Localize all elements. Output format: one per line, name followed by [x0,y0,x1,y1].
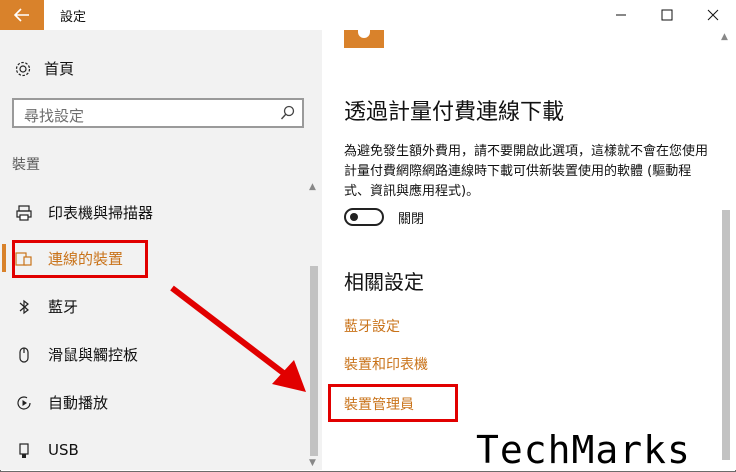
sidebar-item-usb[interactable]: USB [14,440,79,460]
printer-icon [16,204,32,221]
mouse-icon [19,346,29,363]
back-arrow-icon [14,8,29,22]
highlight-box-connected-devices [12,240,148,278]
selection-indicator [2,244,6,272]
devices-printers-link[interactable]: 裝置和印表機 [344,354,428,374]
toggle-knob [350,213,358,221]
sidebar-item-autoplay[interactable]: 自動播放 [14,392,108,413]
content-pane: 透過計量付費連線下載 為避免發生額外費用，請不要開啟此選項，這樣就不會在您使用計… [322,30,736,470]
minimize-icon [616,14,626,16]
metered-description: 為避免發生額外費用，請不要開啟此選項，這樣就不會在您使用計量付費網際網路連線時下… [344,144,709,199]
sidebar-item-label: USB [48,441,79,459]
scroll-down-icon[interactable]: ▼ [309,458,316,468]
scroll-up-icon[interactable]: ▲ [721,32,728,42]
metered-toggle[interactable] [344,208,384,226]
minimize-button[interactable] [598,0,644,30]
bluetooth-icon [19,299,29,314]
close-icon [707,9,719,21]
sidebar-item-label: 自動播放 [48,394,109,412]
highlight-box-device-manager [328,384,458,422]
title-bar: 設定 [0,0,736,30]
search-input[interactable]: 尋找設定 [12,98,304,128]
sidebar: 首頁 尋找設定 裝置 印表機與掃描器 連線的裝置 藍牙 滑鼠與觸控板 自動播放 … [0,30,322,470]
maximize-button[interactable] [644,0,690,30]
usb-icon [19,443,29,458]
app-title: 設定 [60,10,87,25]
sidebar-item-label: 藍牙 [48,298,79,316]
sidebar-item-home[interactable]: 首頁 [14,58,74,79]
sidebar-item-label: 首頁 [44,60,75,78]
sidebar-scrollbar[interactable]: ▲ ▼ [308,180,320,470]
related-settings-heading: 相關設定 [344,270,424,294]
scroll-up-icon[interactable]: ▲ [309,182,316,192]
search-placeholder: 尋找設定 [24,107,85,125]
maximize-icon [661,9,673,21]
content-scroll-thumb[interactable] [722,210,730,460]
close-button[interactable] [690,0,736,30]
sidebar-scroll-thumb[interactable] [310,266,318,456]
toggle-state-label: 關閉 [398,212,425,227]
watermark: TechMarks [476,428,691,472]
metered-heading: 透過計量付費連線下載 [344,100,565,125]
section-heading: 裝置 [12,157,40,173]
sidebar-item-label: 滑鼠與觸控板 [48,346,139,364]
sidebar-item-printers[interactable]: 印表機與掃描器 [14,202,153,223]
bluetooth-settings-link[interactable]: 藍牙設定 [344,316,400,336]
content-scrollbar[interactable]: ▲ [720,30,732,470]
sidebar-item-mouse[interactable]: 滑鼠與觸控板 [14,344,138,365]
gear-icon [15,61,31,76]
autoplay-icon [17,395,31,410]
back-button[interactable] [0,0,44,30]
search-icon [280,105,295,120]
sidebar-item-bluetooth[interactable]: 藍牙 [14,296,78,317]
sidebar-item-label: 印表機與掃描器 [48,204,154,222]
